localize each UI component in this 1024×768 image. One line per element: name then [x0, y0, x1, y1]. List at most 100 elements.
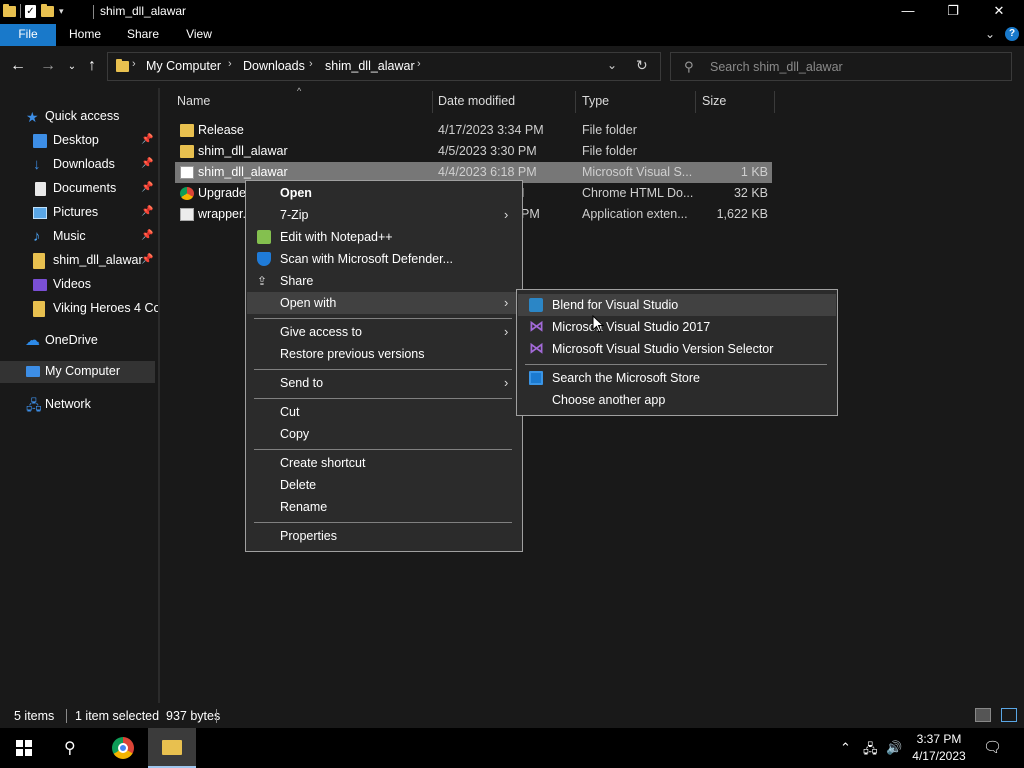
search-box: ⚲: [670, 52, 1012, 81]
nav-item-pictures[interactable]: Pictures 📌: [0, 202, 158, 224]
tab-home[interactable]: Home: [62, 24, 108, 46]
menu-item-vs-version-selector[interactable]: ⋈ Microsoft Visual Studio Version Select…: [518, 338, 836, 360]
nav-item-videos[interactable]: Videos: [0, 274, 158, 296]
menu-item-delete[interactable]: Delete: [247, 474, 521, 496]
show-hidden-icons-icon[interactable]: ⌃: [840, 740, 851, 756]
blend-icon: [529, 298, 543, 312]
nav-item-onedrive[interactable]: ☁ OneDrive: [0, 330, 158, 352]
minimize-button[interactable]: —: [885, 0, 931, 24]
nav-item-music[interactable]: ♪ Music 📌: [0, 226, 158, 248]
chevron-right-icon[interactable]: ›: [228, 58, 232, 70]
mouse-cursor-icon: [592, 315, 604, 333]
separator: [66, 709, 67, 723]
breadcrumb-downloads[interactable]: Downloads: [243, 59, 305, 73]
clock[interactable]: 3:37 PM 4/17/2023: [908, 731, 970, 765]
menu-item-create-shortcut[interactable]: Create shortcut: [247, 452, 521, 474]
volume-icon[interactable]: 🔊: [886, 740, 902, 756]
maximize-button[interactable]: ❐: [930, 0, 976, 24]
menu-item-cut[interactable]: Cut: [247, 401, 521, 423]
refresh-icon[interactable]: ↻: [636, 57, 648, 74]
nav-item-label: Viking Heroes 4 Col: [53, 301, 164, 315]
menu-item-open[interactable]: Open: [247, 182, 521, 204]
large-icons-view-icon[interactable]: [1001, 708, 1017, 722]
menu-item-choose-another-app[interactable]: Choose another app: [518, 389, 836, 411]
menu-item-give-access[interactable]: Give access to ›: [247, 321, 521, 343]
nav-item-network[interactable]: 🖧 Network: [0, 394, 158, 416]
menu-item-search-store[interactable]: Search the Microsoft Store: [518, 367, 836, 389]
title-bar: ✓ ▾ shim_dll_alawar — ❐ ✕: [0, 0, 1024, 24]
ribbon-tabs: File Home Share View ⌄ ?: [0, 24, 1024, 46]
column-header-name[interactable]: Name: [177, 94, 210, 108]
breadcrumb-shim-dll-alawar[interactable]: shim_dll_alawar: [325, 59, 415, 73]
column-divider[interactable]: [695, 91, 696, 113]
help-icon[interactable]: ?: [1005, 27, 1019, 41]
back-button[interactable]: ←: [8, 56, 28, 76]
tab-file[interactable]: File: [0, 24, 56, 46]
menu-item-open-with[interactable]: Open with ›: [247, 292, 521, 314]
nav-item-documents[interactable]: Documents 📌: [0, 178, 158, 200]
menu-item-properties[interactable]: Properties: [247, 525, 521, 547]
menu-item-7zip[interactable]: 7-Zip ›: [247, 204, 521, 226]
notifications-icon[interactable]: 🗨: [983, 738, 1002, 756]
column-divider[interactable]: [432, 91, 433, 113]
nav-item-downloads[interactable]: ↓ Downloads 📌: [0, 154, 158, 176]
column-header-date[interactable]: Date modified: [438, 94, 515, 108]
table-row[interactable]: shim_dll_alawar 4/5/2023 3:30 PM File fo…: [175, 141, 772, 162]
folder-icon: [3, 3, 16, 17]
menu-item-blend[interactable]: Blend for Visual Studio: [518, 294, 836, 316]
menu-item-restore-versions[interactable]: Restore previous versions: [247, 343, 521, 365]
menu-item-vs-2017[interactable]: ⋈ Microsoft Visual Studio 2017: [518, 316, 836, 338]
table-row[interactable]: Release 4/17/2023 3:34 PM File folder: [175, 120, 772, 141]
breadcrumb-my-computer[interactable]: My Computer: [146, 59, 221, 73]
address-bar[interactable]: › My Computer › Downloads › shim_dll_ala…: [107, 52, 661, 81]
nav-item-viking-heroes[interactable]: Viking Heroes 4 Col: [0, 298, 163, 320]
expand-ribbon-icon[interactable]: ⌄: [985, 27, 995, 41]
file-name: shim_dll_alawar: [198, 144, 288, 158]
nav-item-shim-dll-alawar[interactable]: shim_dll_alawar 📌: [0, 250, 158, 272]
tab-view[interactable]: View: [177, 24, 221, 46]
menu-separator: [254, 522, 512, 523]
nav-item-quick-access[interactable]: ★ Quick access: [0, 106, 158, 128]
menu-item-copy[interactable]: Copy: [247, 423, 521, 445]
tab-share[interactable]: Share: [120, 24, 166, 46]
network-tray-icon[interactable]: 🖧: [863, 740, 878, 762]
search-taskbar-button[interactable]: ⚲: [48, 728, 96, 768]
search-input[interactable]: [710, 58, 1000, 76]
menu-item-send-to[interactable]: Send to ›: [247, 372, 521, 394]
menu-separator: [254, 449, 512, 450]
menu-item-edit-notepadpp[interactable]: Edit with Notepad++: [247, 226, 521, 248]
chevron-right-icon[interactable]: ›: [132, 58, 136, 70]
close-button[interactable]: ✕: [976, 0, 1022, 24]
forward-button[interactable]: →: [38, 56, 58, 76]
dll-icon: [180, 208, 194, 221]
pin-icon: 📌: [141, 206, 154, 217]
status-item-count: 5 items: [14, 709, 55, 723]
start-button[interactable]: [0, 728, 48, 768]
menu-item-share[interactable]: ⇪ Share: [247, 270, 521, 292]
nav-item-my-computer[interactable]: My Computer: [0, 361, 155, 383]
menu-item-rename[interactable]: Rename: [247, 496, 521, 518]
chevron-right-icon[interactable]: ›: [309, 58, 313, 70]
properties-icon[interactable]: ✓: [25, 4, 36, 18]
recent-locations-button[interactable]: ⌄: [62, 57, 82, 77]
menu-separator: [525, 364, 827, 365]
new-folder-icon[interactable]: [41, 3, 54, 17]
file-explorer-taskbar-button[interactable]: [148, 728, 196, 768]
details-view-icon[interactable]: [975, 708, 991, 722]
column-header-size[interactable]: Size: [702, 94, 726, 108]
chevron-down-icon[interactable]: ⌄: [607, 58, 617, 72]
column-divider[interactable]: [575, 91, 576, 113]
customize-toolbar-icon[interactable]: ▾: [59, 6, 64, 17]
column-header-type[interactable]: Type: [582, 94, 609, 108]
menu-item-label: Share: [280, 274, 314, 288]
status-selection: 1 item selected 937 bytes: [75, 709, 221, 723]
menu-item-scan-defender[interactable]: Scan with Microsoft Defender...: [247, 248, 521, 270]
chrome-taskbar-button[interactable]: [99, 728, 147, 768]
file-type: Microsoft Visual S...: [582, 165, 693, 179]
up-button[interactable]: ↑: [82, 56, 102, 76]
nav-item-desktop[interactable]: Desktop 📌: [0, 130, 158, 152]
chevron-right-icon[interactable]: ›: [417, 58, 421, 70]
file-explorer-icon: [162, 740, 182, 755]
search-icon: ⚲: [684, 59, 694, 74]
column-divider[interactable]: [774, 91, 775, 113]
